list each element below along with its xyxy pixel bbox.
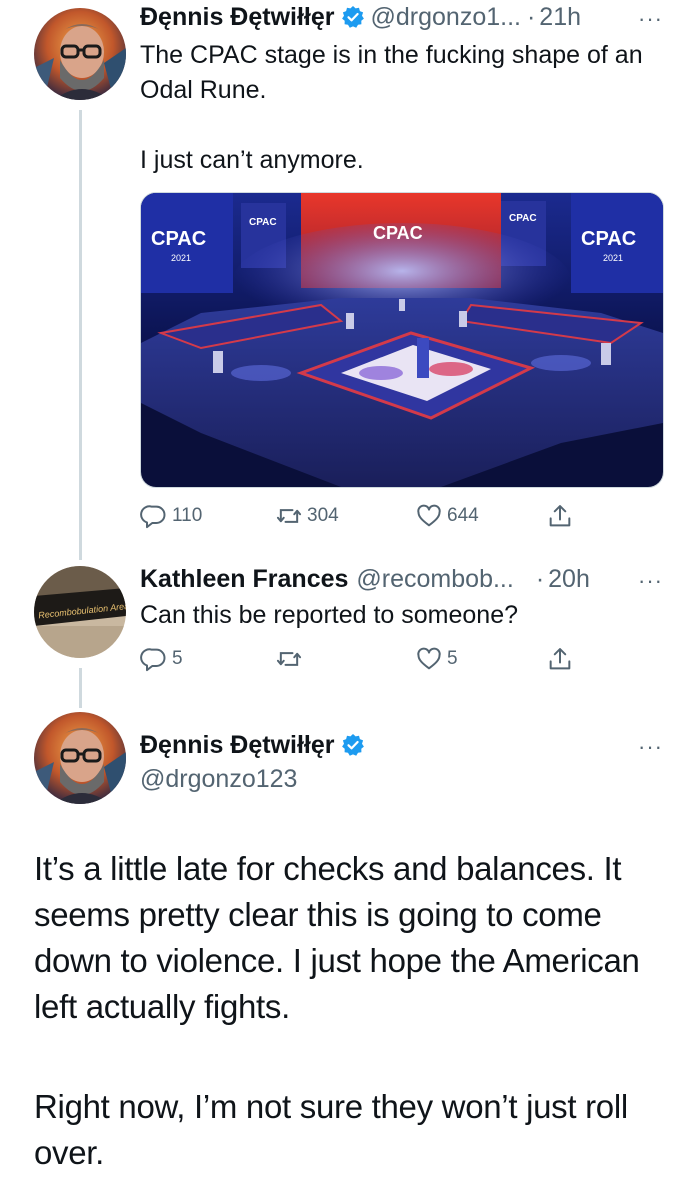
retweet-icon xyxy=(276,652,302,666)
tweet-handle-row: @drgonzo123 xyxy=(140,764,297,794)
tweet-media-image[interactable]: CPAC CPAC CPAC CPAC CPAC 2021 2021 xyxy=(140,192,664,488)
timestamp[interactable]: 20h xyxy=(548,564,590,594)
like-icon xyxy=(417,504,441,527)
verified-badge-icon xyxy=(341,733,365,757)
retweet-icon xyxy=(276,509,302,523)
reply-button[interactable]: 5 xyxy=(140,645,275,673)
more-icon[interactable]: ··· xyxy=(638,6,663,32)
reply-button[interactable]: 110 xyxy=(140,502,275,530)
reply-icon xyxy=(140,505,166,529)
tweet-header: Đęnnis Đętwiłłęr xyxy=(140,730,371,760)
retweet-button[interactable] xyxy=(275,645,415,673)
separator-dot: · xyxy=(535,565,545,593)
tweet-body-paragraph: Right now, I’m not sure they won’t just … xyxy=(34,1088,628,1171)
like-count: 644 xyxy=(447,505,479,526)
author-name[interactable]: Đęnnis Đętwiłłęr xyxy=(140,2,335,32)
reply-count: 110 xyxy=(172,505,203,526)
tweet-actions: 5 5 xyxy=(140,645,574,673)
cpac-logo-center: CPAC xyxy=(373,223,423,243)
like-icon xyxy=(417,647,441,670)
cpac-logo-small-left: CPAC xyxy=(249,217,277,228)
avatar-image xyxy=(34,712,126,804)
reply-count: 5 xyxy=(172,648,183,669)
share-button[interactable] xyxy=(546,645,574,673)
author-handle[interactable]: @recombob... xyxy=(356,564,513,594)
tweet-actions: 110 304 644 xyxy=(140,502,574,530)
retweet-count: 304 xyxy=(307,505,339,526)
share-icon xyxy=(549,505,571,527)
cpac-stage-image: CPAC CPAC CPAC CPAC CPAC 2021 2021 xyxy=(141,193,663,487)
cpac-logo-right: CPAC xyxy=(581,228,636,250)
retweet-button[interactable]: 304 xyxy=(275,502,415,530)
cpac-logo-small-right: CPAC xyxy=(509,213,537,224)
verified-badge-icon xyxy=(341,5,365,29)
author-name[interactable]: Kathleen Frances xyxy=(140,564,348,594)
like-button[interactable]: 5 xyxy=(415,645,546,673)
separator-dot: · xyxy=(526,3,536,31)
tweet-header: Kathleen Frances @recombob... · 20h xyxy=(140,564,590,594)
avatar[interactable]: Recombobulation Area xyxy=(34,566,126,658)
more-icon[interactable]: ··· xyxy=(638,734,663,760)
cpac-year-left: 2021 xyxy=(171,253,191,263)
cpac-year-right: 2021 xyxy=(603,253,623,263)
like-button[interactable]: 644 xyxy=(415,502,546,530)
avatar[interactable] xyxy=(34,8,126,100)
timestamp[interactable]: 21h xyxy=(539,2,581,32)
tweet-text: Can this be reported to someone? xyxy=(140,601,519,629)
thread-line-1 xyxy=(79,110,82,560)
author-handle[interactable]: @drgonzo123 xyxy=(140,764,297,794)
author-handle[interactable]: @drgonzo1... xyxy=(371,2,521,32)
tweet-body-paragraph: It’s a little late for checks and balanc… xyxy=(34,850,640,1025)
tweet-text: The CPAC stage is in the fucking shape o… xyxy=(140,41,643,174)
share-button[interactable] xyxy=(546,502,574,530)
share-icon xyxy=(549,648,571,670)
avatar-image xyxy=(34,8,126,100)
more-icon[interactable]: ··· xyxy=(638,568,663,594)
reply-icon xyxy=(140,648,166,672)
avatar-image: Recombobulation Area xyxy=(34,566,126,658)
author-name[interactable]: Đęnnis Đętwiłłęr xyxy=(140,730,335,760)
thread-line-2 xyxy=(79,668,82,708)
like-count: 5 xyxy=(447,648,458,669)
avatar[interactable] xyxy=(34,712,126,804)
cpac-logo-left: CPAC xyxy=(151,228,206,250)
tweet-header: Đęnnis Đętwiłłęr @drgonzo1... · 21h xyxy=(140,2,581,32)
